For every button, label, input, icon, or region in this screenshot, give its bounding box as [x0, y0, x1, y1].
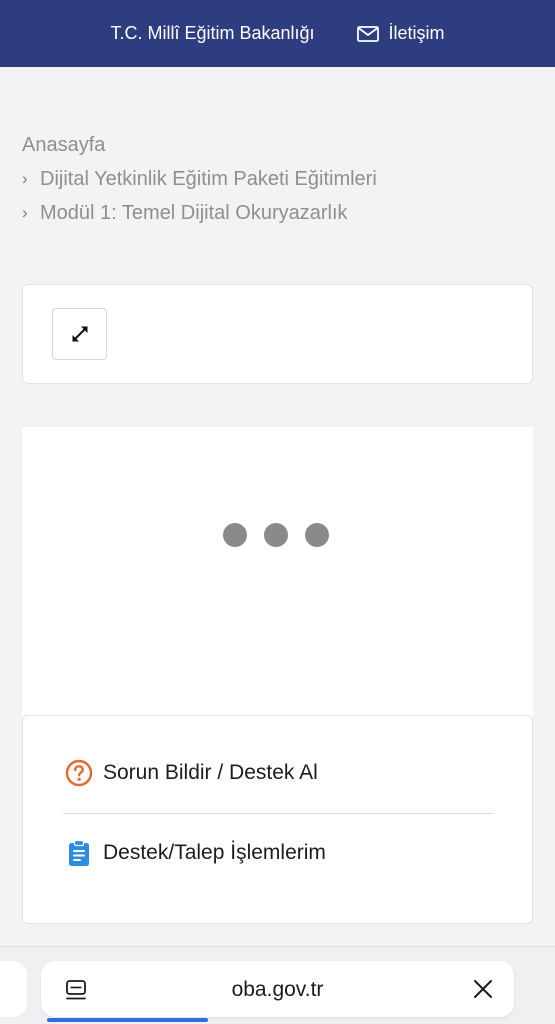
content-viewer [22, 427, 533, 717]
mail-icon [356, 25, 379, 42]
breadcrumb-module[interactable]: Modül 1: Temel Dijital Okuryazarlık [40, 196, 348, 230]
fullscreen-button[interactable] [52, 308, 107, 360]
previous-tab[interactable] [0, 961, 27, 1017]
chevron-right-icon: › [22, 169, 28, 188]
content-toolbar [22, 284, 533, 384]
support-requests-label: Destek/Talep İşlemlerim [103, 841, 326, 864]
report-problem-label: Sorun Bildir / Destek Al [103, 761, 318, 784]
top-navigation-bar: T.C. Millî Eğitim Bakanlığı İletişim [0, 0, 555, 67]
browser-address-bar: oba.gov.tr [0, 946, 555, 1024]
support-requests-link[interactable]: Destek/Talep İşlemlerim [65, 839, 326, 867]
address-field[interactable]: oba.gov.tr [41, 961, 514, 1017]
page-load-progress-bar [47, 1018, 208, 1022]
breadcrumb: Anasayfa › Dijital Yetkinlik Eğitim Pake… [22, 128, 377, 230]
loader-dot [223, 523, 247, 547]
ministry-link[interactable]: T.C. Millî Eğitim Bakanlığı [110, 23, 314, 44]
divider [63, 813, 494, 814]
clipboard-icon [69, 839, 89, 866]
breadcrumb-home[interactable]: Anasayfa [22, 128, 105, 162]
contact-label: İletişim [388, 23, 445, 43]
breadcrumb-training-package[interactable]: Dijital Yetkinlik Eğitim Paketi Eğitimle… [40, 162, 377, 196]
url-text: oba.gov.tr [231, 978, 324, 1001]
chevron-right-icon: › [22, 203, 28, 222]
expand-arrows-icon [71, 326, 88, 342]
loader-dot [305, 523, 329, 547]
close-icon[interactable] [472, 978, 494, 1000]
question-circle-icon [65, 759, 93, 787]
contact-link[interactable]: İletişim [356, 23, 445, 44]
loading-indicator [223, 523, 329, 547]
loader-dot [264, 523, 288, 547]
report-problem-link[interactable]: Sorun Bildir / Destek Al [65, 759, 318, 787]
support-card: Sorun Bildir / Destek Al Destek/Talep İş… [22, 715, 533, 924]
